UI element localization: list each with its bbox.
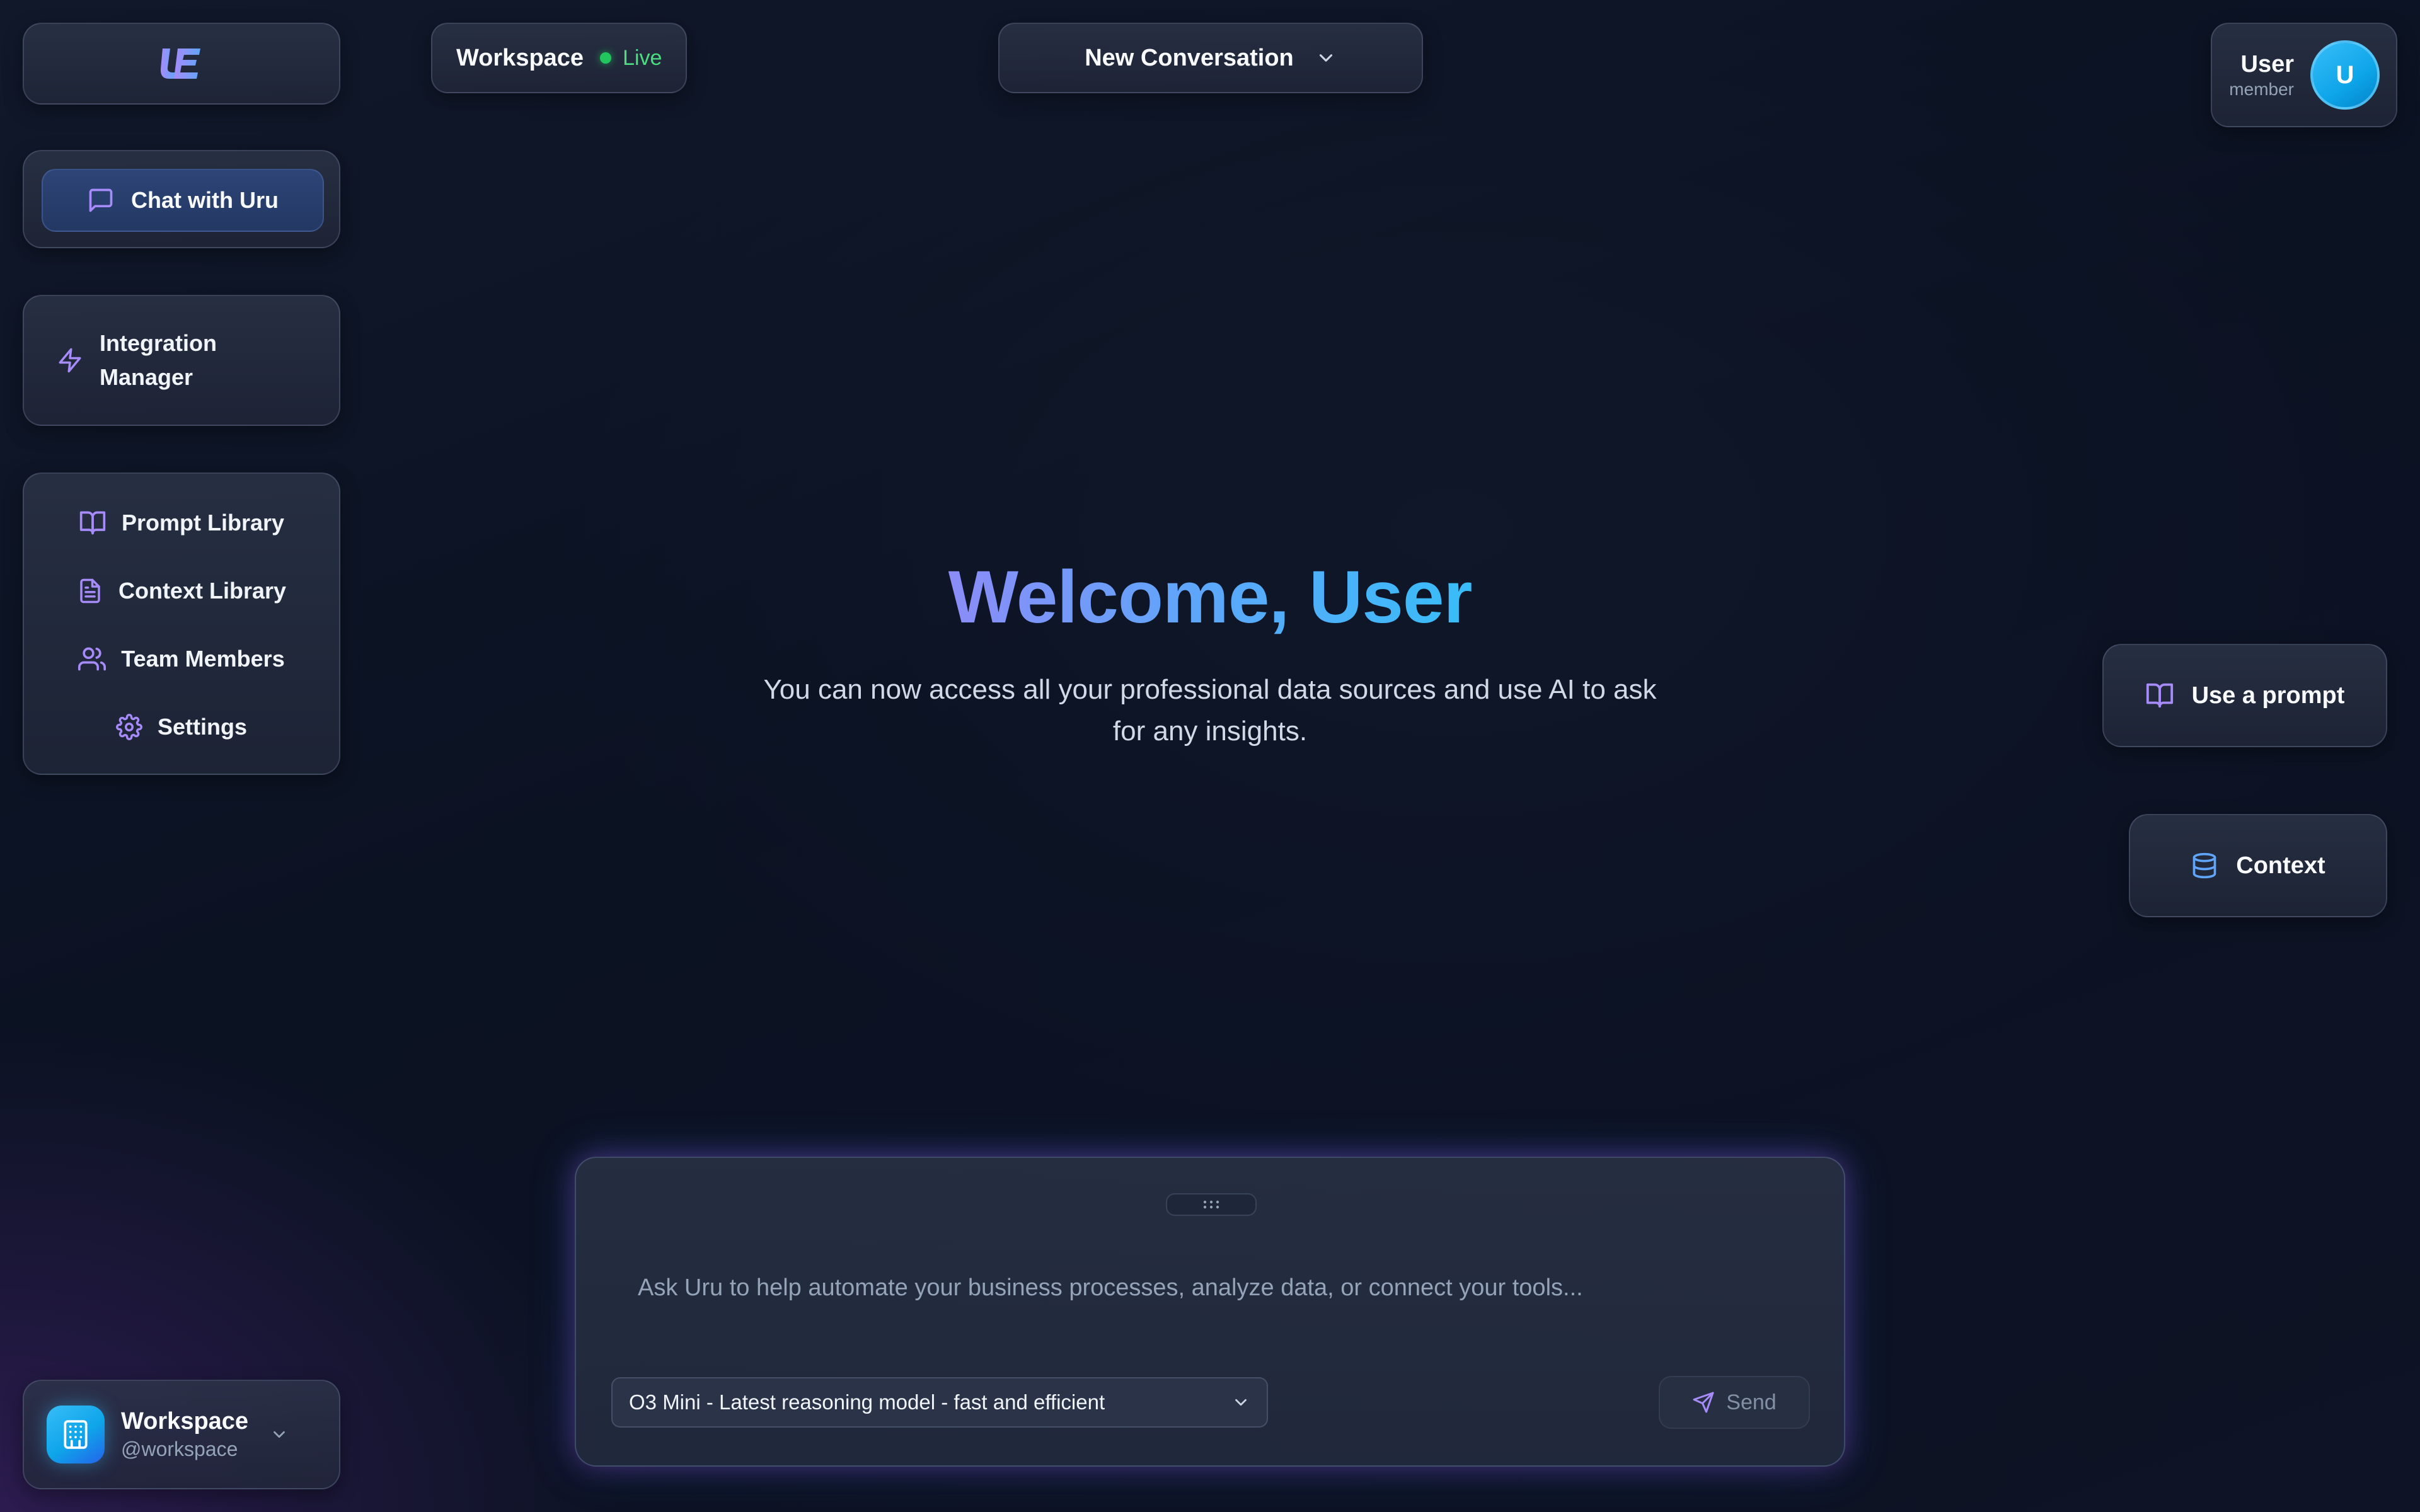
database-icon (2191, 852, 2218, 879)
sidebar-item-label: Prompt Library (121, 510, 285, 536)
book-open-icon (2145, 681, 2174, 710)
chat-input[interactable] (637, 1259, 1786, 1317)
live-status-label: Live (623, 45, 662, 70)
integration-manager-label: Integration Manager (100, 326, 217, 394)
page-title: Welcome, User (0, 554, 2420, 640)
book-open-icon (79, 509, 107, 537)
send-icon (1692, 1391, 1715, 1414)
logo-card[interactable] (23, 23, 340, 105)
user-info: User member (2229, 51, 2294, 100)
workspace-avatar (47, 1406, 105, 1463)
chat-with-uru-label: Chat with Uru (131, 187, 279, 213)
integration-label-line1: Integration (100, 330, 217, 356)
send-label: Send (1726, 1390, 1777, 1414)
conversation-dropdown-label: New Conversation (1085, 44, 1294, 71)
model-select[interactable]: O3 Mini - Latest reasoning model - fast … (611, 1377, 1268, 1428)
chevron-down-icon (1231, 1393, 1250, 1412)
workspace-info: Workspace @workspace (121, 1408, 248, 1461)
uru-logo-icon (159, 46, 204, 81)
workspace-switcher[interactable]: Workspace @workspace (23, 1380, 340, 1489)
user-role: member (2229, 79, 2294, 99)
chat-card: Chat with Uru (23, 150, 340, 248)
chat-composer: O3 Mini - Latest reasoning model - fast … (575, 1157, 1845, 1467)
model-select-value: O3 Mini - Latest reasoning model - fast … (629, 1390, 1105, 1414)
sidebar-item-team-members[interactable]: Team Members (24, 634, 339, 684)
grip-icon (1202, 1200, 1221, 1210)
building-icon (60, 1419, 91, 1450)
use-a-prompt-button[interactable]: Use a prompt (2102, 644, 2387, 747)
context-label: Context (2236, 852, 2325, 879)
live-status-dot (600, 52, 612, 64)
chat-with-uru-button[interactable]: Chat with Uru (42, 169, 324, 232)
gear-icon (116, 714, 142, 740)
workspace-pill-title: Workspace (456, 44, 584, 71)
user-name: User (2240, 50, 2295, 77)
integration-manager-button[interactable]: Integration Manager (23, 295, 340, 426)
sidebar-item-prompt-library[interactable]: Prompt Library (24, 498, 339, 548)
welcome-subtitle: You can now access all your professional… (763, 674, 1657, 747)
message-square-icon (87, 186, 115, 214)
workspace-handle: @workspace (121, 1438, 238, 1460)
sidebar-item-settings[interactable]: Settings (24, 702, 339, 752)
sidebar-item-label: Team Members (121, 646, 285, 672)
workspace-status-pill: Workspace Live (431, 23, 687, 93)
integration-label-line2: Manager (100, 364, 193, 390)
chevron-down-icon (1315, 47, 1337, 69)
chevron-down-icon (270, 1425, 289, 1444)
send-button[interactable]: Send (1659, 1376, 1810, 1429)
users-icon (78, 645, 107, 673)
sidebar-item-label: Settings (157, 714, 247, 740)
user-menu[interactable]: User member U (2211, 23, 2397, 127)
conversation-dropdown[interactable]: New Conversation (998, 23, 1423, 93)
zap-icon (57, 347, 83, 374)
drag-handle[interactable] (1166, 1193, 1257, 1216)
welcome-text: Welcome, User (948, 556, 1473, 639)
workspace-name: Workspace (121, 1408, 249, 1435)
avatar: U (2310, 40, 2380, 110)
use-a-prompt-label: Use a prompt (2191, 682, 2345, 709)
context-button[interactable]: Context (2129, 814, 2387, 917)
